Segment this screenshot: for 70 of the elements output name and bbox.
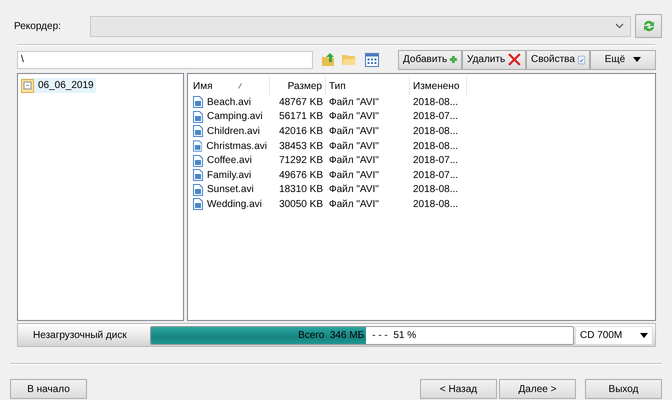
disc-folder-icon [21,78,34,92]
file-icon [193,125,203,138]
table-cell-text: 2018-08... [412,140,460,154]
table-cell-text: Файл "AVI" [328,168,380,183]
table-cell-text: 2018-08... [412,183,460,198]
path-field[interactable]: \ [17,50,313,68]
next-button[interactable]: Далее > [499,379,576,399]
table-cell-text: 2018-07... [412,168,460,183]
recorder-label: Рекордер: [14,20,62,34]
media-dropdown[interactable]: CD 700M [575,326,653,344]
back-button[interactable]: < Назад [420,379,497,399]
file-name[interactable]: Beach.avi [190,94,270,110]
start-button[interactable]: В начало [10,379,87,399]
table-cell-text: Файл "AVI" [328,154,380,168]
file-icon [193,140,202,152]
disc-type-label: Незагрузочный диск [32,328,128,342]
properties-button[interactable]: Свойства [526,50,590,70]
table-cell-text: 2018-08... [412,198,460,212]
column-header[interactable]: Тип [326,77,410,95]
table-cell-text: 18310 KB [278,183,324,198]
file-name[interactable]: Wedding.avi [190,196,270,212]
column-header[interactable]: Имя [190,77,270,95]
file-name[interactable]: Children.avi [190,124,270,139]
delete-button[interactable]: Удалить [462,50,526,70]
table-cell-text: 2018-07... [412,154,460,168]
file-name[interactable]: Coffee.avi [190,153,270,168]
table-cell-text: Файл "AVI" [328,96,380,110]
progress-percent-label: - - - 51 % [371,328,416,342]
column-header[interactable]: Размер [270,77,326,95]
table-cell-text: 49676 KB [278,168,324,183]
file-icon [193,96,203,108]
table-cell-text: Файл "AVI" [328,198,380,212]
table-cell-text: 2018-08... [412,124,460,139]
progress-total-label: Всего 346 МБ [298,328,366,342]
file-name[interactable]: Sunset.avi [190,182,270,198]
refresh-button[interactable] [635,14,662,38]
exit-button[interactable]: Выход [585,379,662,399]
sort-icon [238,83,242,89]
table-cell-text: 38453 KB [278,140,324,154]
grid-view-icon[interactable] [365,52,379,66]
table-cell-text: Файл "AVI" [328,124,380,139]
table-cell-text: Файл "AVI" [328,183,380,198]
table-cell-text: Файл "AVI" [328,110,380,124]
close-icon [508,53,521,66]
caret-icon [633,57,642,62]
chevron-icon [615,23,624,29]
recorder-combo[interactable] [90,16,631,36]
table-cell-text: 71292 KB [278,154,324,168]
file-name[interactable]: Camping.avi [190,109,270,124]
table-cell-text: 48767 KB [278,96,324,110]
file-icon [193,110,203,123]
table-cell-text: 2018-07... [412,110,460,124]
file-name[interactable]: Christmas.avi [190,138,270,154]
caret-icon [640,332,648,338]
file-icon [193,169,203,182]
add-button[interactable]: Добавить [398,50,462,70]
file-icon [193,154,203,167]
file-name[interactable]: Family.avi [190,168,270,183]
more-button[interactable]: Ещё [590,50,656,70]
table-cell-text: 2018-08... [412,96,460,110]
table-cell-text: 30050 KB [278,198,324,212]
table-cell-text: Файл "AVI" [328,140,380,154]
file-icon [193,184,203,196]
column-header[interactable]: Изменено [410,77,467,95]
tree-item[interactable]: 06_06_2019 [21,78,96,93]
table-cell-text: 42016 KB [278,124,324,139]
table-cell-text: 56171 KB [278,110,324,124]
file-icon [193,198,203,210]
folder-up-icon[interactable] [321,52,337,68]
plus-icon [450,53,457,66]
